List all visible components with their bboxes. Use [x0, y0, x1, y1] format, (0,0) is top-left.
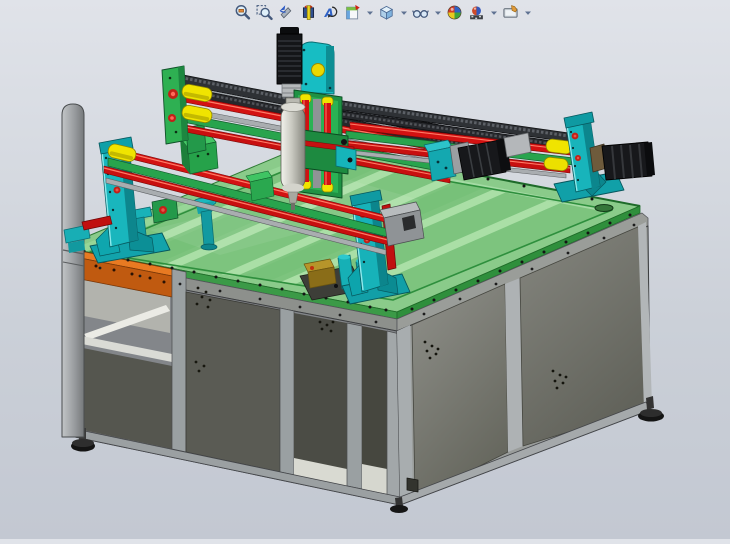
dynamic-annotation-views-button[interactable]: A — [321, 3, 340, 22]
view-settings-icon — [502, 4, 519, 21]
chevron-down-icon — [400, 10, 408, 16]
zoom-to-fit-icon — [234, 4, 251, 21]
eyeglasses-icon — [412, 4, 429, 21]
annotation-views-icon: A — [322, 4, 339, 21]
viewport-3d[interactable] — [0, 0, 730, 539]
apply-scene-icon — [468, 4, 485, 21]
beam-left-end-plate[interactable] — [162, 66, 188, 144]
hide-show-items-dropdown[interactable] — [433, 3, 442, 22]
display-style-button[interactable] — [377, 3, 396, 22]
chevron-down-icon — [490, 10, 498, 16]
front-storage-bay-right[interactable] — [362, 326, 387, 494]
display-style-dropdown[interactable] — [399, 3, 408, 22]
zoom-to-fit-button[interactable] — [233, 3, 252, 22]
appearance-ball-icon — [446, 4, 463, 21]
display-style-icon — [378, 4, 395, 21]
view-settings-button[interactable] — [501, 3, 520, 22]
hide-show-items-button[interactable] — [411, 3, 430, 22]
svg-text:A: A — [324, 6, 334, 20]
table-access-hole[interactable] — [595, 205, 613, 212]
view-orientation-icon — [344, 4, 361, 21]
zoom-to-area-button[interactable] — [255, 3, 274, 22]
view-heads-up-toolbar: A — [233, 2, 532, 23]
view-orientation-button[interactable] — [343, 3, 362, 22]
chevron-down-icon — [366, 10, 374, 16]
zoom-to-area-icon — [256, 4, 273, 21]
left-storage-bay[interactable] — [82, 280, 172, 449]
section-view-icon — [300, 4, 317, 21]
z-axis-motor[interactable] — [277, 27, 302, 97]
front-storage-bay-left[interactable] — [294, 313, 347, 486]
previous-view-icon — [278, 4, 295, 21]
left-face-panel[interactable] — [186, 292, 280, 472]
view-settings-dropdown[interactable] — [523, 3, 532, 22]
apply-scene-button[interactable] — [467, 3, 486, 22]
section-view-button[interactable] — [299, 3, 318, 22]
chevron-down-icon — [434, 10, 442, 16]
cable-cutout — [407, 478, 418, 492]
machine-3d-model[interactable] — [62, 27, 687, 513]
drive-motor-right[interactable] — [590, 142, 655, 180]
previous-view-button[interactable] — [277, 3, 296, 22]
view-orientation-dropdown[interactable] — [365, 3, 374, 22]
chevron-down-icon — [524, 10, 532, 16]
edit-appearance-button[interactable] — [445, 3, 464, 22]
apply-scene-dropdown[interactable] — [489, 3, 498, 22]
